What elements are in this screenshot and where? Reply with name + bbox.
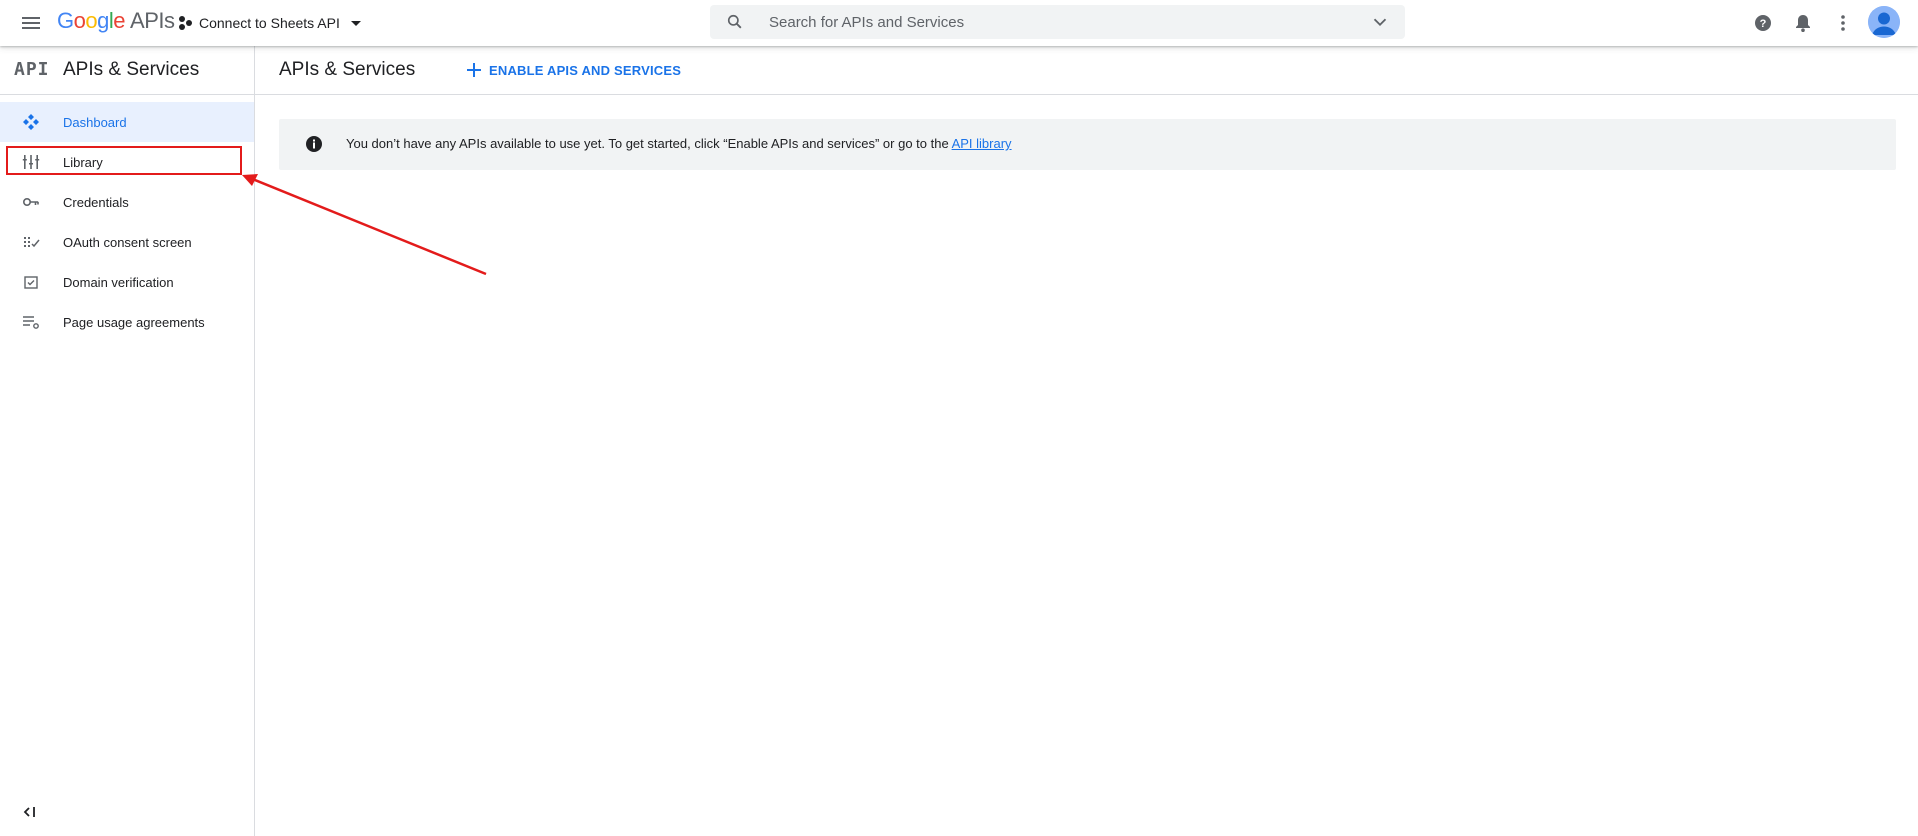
key-icon xyxy=(22,198,39,207)
page-title: APIs & Services xyxy=(279,59,416,80)
logo-letter: o xyxy=(73,8,86,33)
sidebar-item-label: Page usage agreements xyxy=(63,314,205,330)
info-icon xyxy=(306,136,322,152)
sidebar-item-label: Credentials xyxy=(63,194,129,210)
top-bar: GoogleAPIs Connect to Sheets API ? xyxy=(0,0,1918,46)
notifications-icon[interactable] xyxy=(1791,11,1815,35)
api-library-link[interactable]: API library xyxy=(952,136,1012,151)
search-input[interactable] xyxy=(767,6,1369,38)
sidebar-header: API APIs & Services xyxy=(0,46,254,95)
main-header: APIs & Services ENABLE APIS AND SERVICES xyxy=(255,46,1918,95)
logo-letter: G xyxy=(57,8,74,33)
api-logo-icon: API xyxy=(14,59,50,80)
library-icon xyxy=(22,155,40,169)
sidebar-item-credentials[interactable]: Credentials xyxy=(0,182,254,222)
sidebar-item-label: Dashboard xyxy=(63,114,127,130)
sidebar-item-dashboard[interactable]: Dashboard xyxy=(0,102,254,142)
collapse-sidebar-icon[interactable] xyxy=(20,802,40,822)
google-apis-logo[interactable]: Google APIs xyxy=(57,8,175,33)
logo-apis-text: APIs xyxy=(130,8,175,33)
sidebar-item-label: Library xyxy=(63,154,103,170)
project-icon xyxy=(179,16,192,30)
menu-icon[interactable] xyxy=(19,11,43,35)
sidebar-item-page-usage[interactable]: Page usage agreements xyxy=(0,302,254,342)
caret-down-icon xyxy=(350,21,361,26)
banner-text: You don’t have any APIs available to use… xyxy=(346,136,952,151)
sidebar-title: APIs & Services xyxy=(63,59,200,80)
sidebar-nav: Dashboard Library Credentials OAuth cons… xyxy=(0,102,254,342)
oauth-icon xyxy=(24,237,40,248)
project-name: Connect to Sheets API xyxy=(199,15,340,31)
sidebar: API APIs & Services Dashboard Library Cr… xyxy=(0,46,255,836)
sidebar-item-label: OAuth consent screen xyxy=(63,234,192,250)
chevron-down-icon[interactable] xyxy=(1369,11,1391,33)
info-banner: You don’t have any APIs available to use… xyxy=(279,119,1896,170)
more-vert-icon[interactable] xyxy=(1831,11,1855,35)
banner-message: You don’t have any APIs available to use… xyxy=(346,136,1012,151)
logo-letter: g xyxy=(97,8,109,33)
domain-check-icon xyxy=(24,276,38,289)
avatar-icon xyxy=(1868,6,1900,38)
search-icon[interactable] xyxy=(725,12,745,32)
settings-list-icon xyxy=(23,316,39,329)
logo-letter: e xyxy=(113,8,126,33)
plus-icon xyxy=(467,63,481,77)
help-icon[interactable]: ? xyxy=(1751,11,1775,35)
sidebar-item-label: Domain verification xyxy=(63,274,174,290)
sidebar-item-oauth-consent[interactable]: OAuth consent screen xyxy=(0,222,254,262)
account-avatar[interactable] xyxy=(1868,6,1900,38)
project-selector[interactable]: Connect to Sheets API xyxy=(178,11,366,35)
search-bar xyxy=(710,5,1405,39)
sidebar-item-library[interactable]: Library xyxy=(0,142,254,182)
enable-apis-label: ENABLE APIS AND SERVICES xyxy=(489,62,682,78)
dashboard-icon xyxy=(23,114,39,130)
logo-letter: o xyxy=(85,8,98,33)
svg-text:?: ? xyxy=(1760,18,1767,30)
sidebar-item-domain-verification[interactable]: Domain verification xyxy=(0,262,254,302)
enable-apis-button[interactable]: ENABLE APIS AND SERVICES xyxy=(464,56,681,84)
